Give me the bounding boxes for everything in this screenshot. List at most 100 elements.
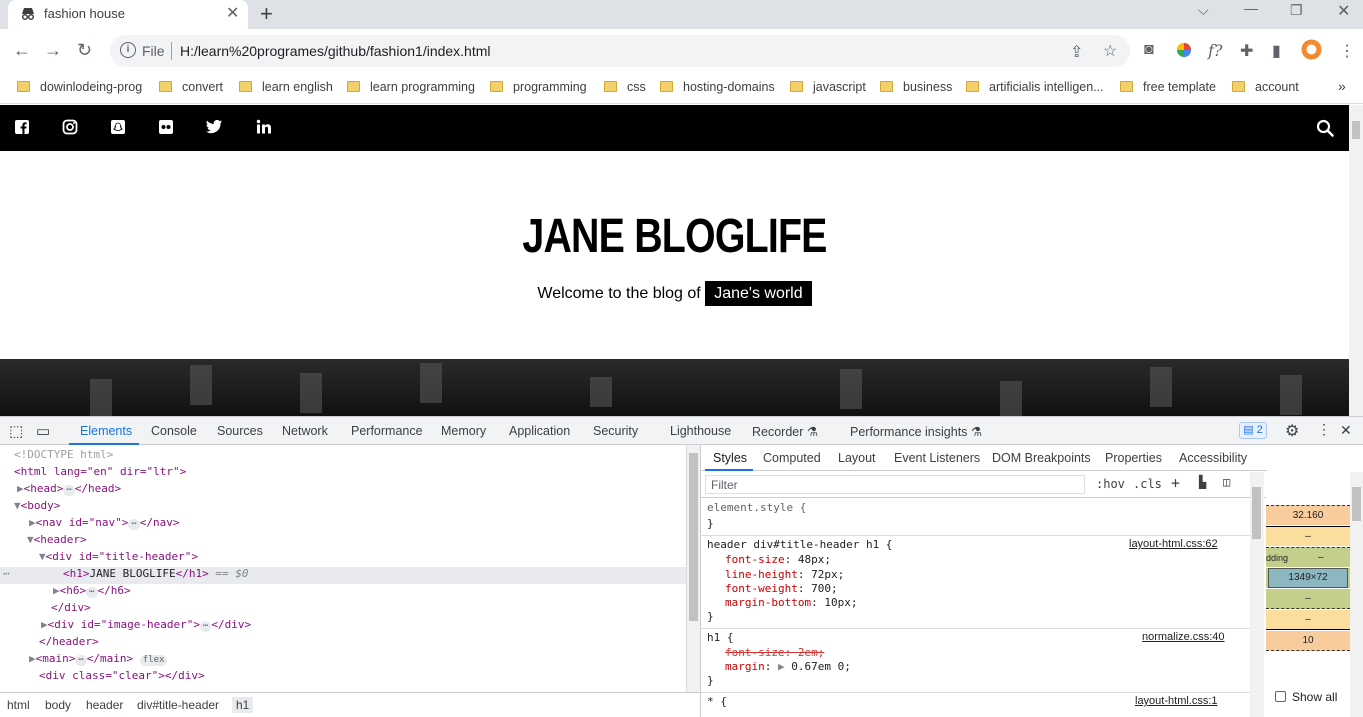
subtab-accessibility[interactable]: Accessibility [1179,451,1247,465]
subtab-styles[interactable]: Styles [713,451,747,465]
minimize-icon[interactable]: — [1244,0,1258,16]
reload-icon[interactable]: ↻ [77,40,92,61]
ellipsis-icon[interactable]: ⋯ [199,621,212,632]
css-rule-selector[interactable]: h1 { [707,631,734,644]
paint-bucket-icon[interactable]: ▙ [1199,475,1206,489]
collapse-triangle-icon[interactable]: ▼ [39,550,46,563]
subtab-properties[interactable]: Properties [1105,451,1162,465]
scrollbar-thumb[interactable] [1352,487,1361,521]
dom-node-main[interactable]: ▶<main> ⋯ </main> flex [29,650,168,667]
css-declaration-overridden[interactable]: font-size: 2em; [725,646,824,659]
tab-performance-insights[interactable]: Performance insights ⚗ [850,424,982,439]
extensions-puzzle-icon[interactable]: ✚ [1240,41,1253,61]
tab-sources[interactable]: Sources [217,424,263,438]
snapchat-icon[interactable] [109,119,127,137]
css-declaration[interactable]: font-size: 48px; [725,553,831,566]
ellipsis-icon[interactable]: ⋯ [75,655,87,666]
subtab-computed[interactable]: Computed [763,451,821,465]
dom-node-header[interactable]: ▼<header> [27,531,87,548]
elements-scrollbar[interactable] [686,445,700,692]
new-rule-plus-icon[interactable]: + [1171,474,1180,492]
collapse-triangle-icon[interactable]: ▼ [27,533,34,546]
instagram-icon[interactable] [61,119,79,137]
tab-network[interactable]: Network [282,424,328,438]
styles-scrollbar[interactable] [1250,472,1264,717]
box-model-scrollbar[interactable] [1350,472,1363,717]
dom-node-title-header[interactable]: ▼<div id="title-header"> [39,548,198,565]
linkedin-icon[interactable] [255,119,273,137]
bookmark-star-icon[interactable]: ☆ [1103,41,1117,61]
scrollbar-thumb[interactable] [689,453,698,621]
bookmark-folder[interactable]: artificialis intelligen... [966,80,1104,98]
ellipsis-icon[interactable]: ⋯ [86,587,98,598]
subtab-event-listeners[interactable]: Event Listeners [894,451,980,465]
tab-console[interactable]: Console [151,424,197,438]
dom-node-nav[interactable]: ▶<nav id="nav"> ⋯ </nav> [29,514,180,531]
breadcrumb-header[interactable]: header [86,698,123,712]
new-tab-icon[interactable]: + [260,1,273,27]
issues-badge[interactable]: ▤ 2 [1239,422,1267,439]
scrollbar-thumb[interactable] [1252,487,1261,539]
dom-node-image-header[interactable]: ▶<div id="image-header"> ⋯ </div> [41,616,251,633]
facebook-icon[interactable] [13,119,31,137]
box-margin-bottom[interactable]: 10 [1266,631,1350,651]
inspect-element-icon[interactable]: ⬚ [9,422,23,440]
box-border-bottom[interactable]: – [1266,610,1350,630]
dom-node-html[interactable]: <html lang="en" dir="ltr"> [14,463,186,480]
close-window-icon[interactable]: ✕ [1337,1,1350,21]
css-source-link[interactable]: layout-html.css:62 [1129,538,1218,550]
breadcrumb-html[interactable]: html [7,698,30,712]
box-padding-top[interactable]: dding – [1266,547,1350,567]
bookmark-folder[interactable]: learn english [239,80,333,98]
forward-icon[interactable]: → [44,40,62,61]
css-rule-selector[interactable]: * { [707,695,727,708]
css-rule-selector[interactable]: header div#title-header h1 { [707,538,892,551]
bookmark-folder[interactable]: learn programming [347,80,475,98]
flex-badge[interactable]: flex [139,655,168,666]
share-icon[interactable]: ⇪ [1070,42,1083,62]
bookmark-folder[interactable]: convert [159,80,223,98]
twitter-icon[interactable] [205,119,223,137]
breadcrumb-body[interactable]: body [45,698,71,712]
css-declaration[interactable]: line-height: 72px; [725,568,844,581]
chrome-menu-icon[interactable]: ⋮ [1339,41,1355,61]
close-devtools-icon[interactable]: ✕ [1340,422,1352,439]
tab-recorder[interactable]: Recorder ⚗ [752,424,818,439]
tab-security[interactable]: Security [593,424,638,438]
url-text[interactable]: H:/learn%20programes/github/fashion1/ind… [180,43,491,59]
devtools-menu-icon[interactable]: ⋮ [1317,421,1331,438]
css-source-link[interactable]: normalize.css:40 [1142,631,1225,643]
address-bar[interactable]: i File H:/learn%20programes/github/fashi… [110,35,1130,67]
dom-node-clear-div[interactable]: <div class="clear"></div> [39,667,205,684]
expand-triangle-icon[interactable]: ▶ [17,482,24,495]
breadcrumb-h1[interactable]: h1 [232,697,254,713]
collapse-triangle-icon[interactable]: ▼ [14,499,21,512]
color-picker-extension-icon[interactable] [1176,42,1192,63]
restore-icon[interactable]: ❐ [1290,2,1303,19]
device-toolbar-icon[interactable]: ▭ [36,422,50,440]
bookmark-folder[interactable]: javascript [790,80,866,98]
css-declaration[interactable]: margin: ▶ 0.67em 0; [725,660,851,673]
css-declaration[interactable]: margin-bottom: 10px; [725,596,857,609]
tab-lighthouse[interactable]: Lighthouse [670,424,731,438]
settings-gear-icon[interactable]: ⚙ [1285,421,1299,441]
ellipsis-icon[interactable]: ⋯ [128,519,140,530]
subtab-layout[interactable]: Layout [838,451,876,465]
expand-triangle-icon[interactable]: ▶ [29,516,36,529]
dom-node-h1[interactable]: <h1>JANE BLOGLIFE</h1> == $0 [63,565,248,582]
hov-toggle[interactable]: :hov [1096,477,1125,491]
close-tab-icon[interactable]: ✕ [226,3,239,23]
tab-memory[interactable]: Memory [441,424,486,438]
bookmark-folder[interactable]: css [604,80,646,98]
back-icon[interactable]: ← [13,40,31,61]
dom-node-h6[interactable]: ▶<h6> ⋯ </h6> [53,582,131,599]
bookmark-folder[interactable]: hosting-domains [660,80,775,98]
ellipsis-icon[interactable]: ⋯ [63,485,75,496]
css-rule-element-style[interactable]: element.style { [707,501,806,514]
browser-tab[interactable]: fashion house ✕ [8,0,248,29]
cls-toggle[interactable]: .cls [1133,477,1162,491]
bookmark-folder[interactable]: programming [490,80,587,98]
tab-application[interactable]: Application [509,424,570,438]
info-icon[interactable]: i [120,42,136,58]
bookmark-folder[interactable]: business [880,80,952,98]
